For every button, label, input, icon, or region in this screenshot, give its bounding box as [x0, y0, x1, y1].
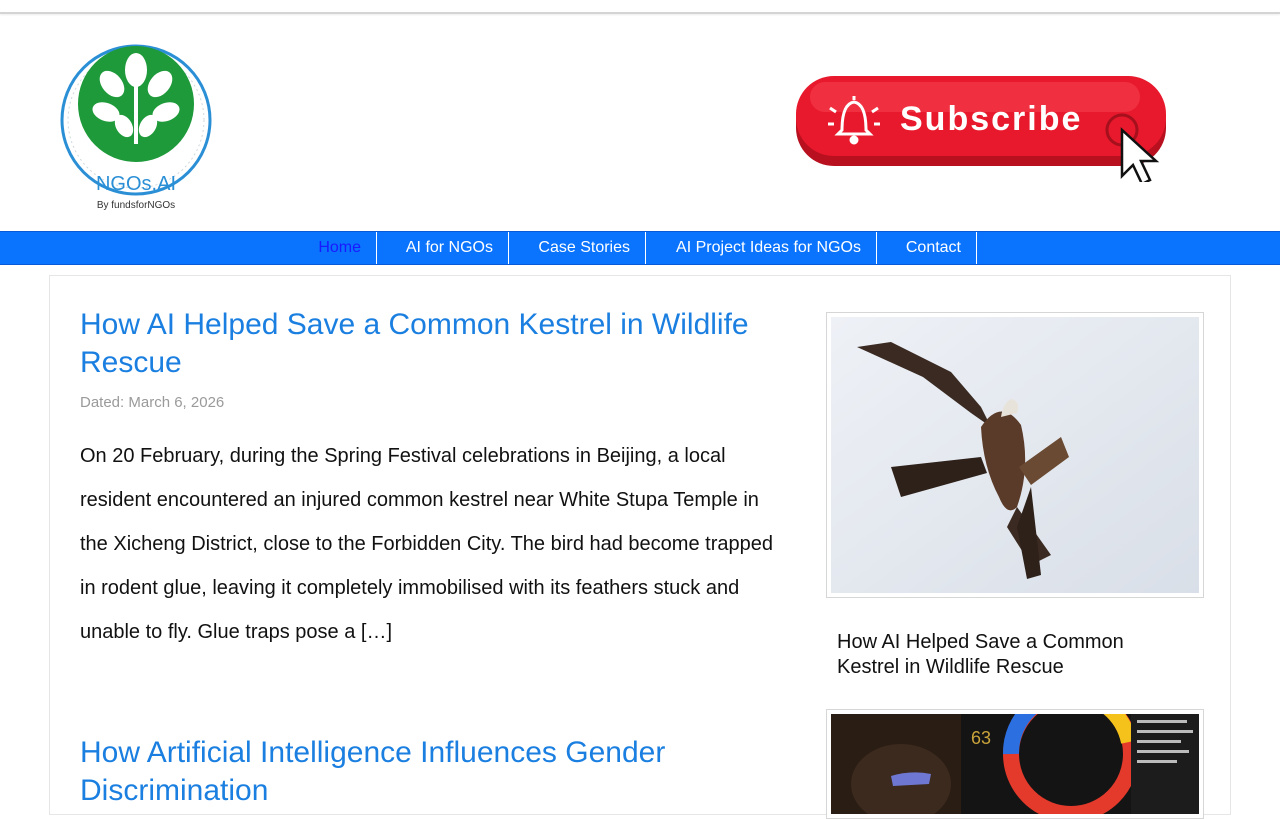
sidebar-card-image[interactable] — [826, 312, 1204, 598]
subscribe-label: Subscribe — [900, 100, 1082, 138]
subscribe-banner-button[interactable]: Subscribe — [790, 72, 1180, 186]
post-title[interactable]: How Artificial Intelligence Influences G… — [80, 734, 780, 810]
poster-digits: 63 — [971, 728, 991, 748]
sidebar-card-image[interactable]: 63 — [826, 686, 1204, 819]
nav-item-ai-project-ideas[interactable]: AI Project Ideas for NGOs — [646, 232, 877, 264]
nav-item-home[interactable]: Home — [300, 232, 377, 264]
post-date: Dated: March 6, 2026 — [80, 394, 225, 411]
post-excerpt: On 20 February, during the Spring Festiv… — [80, 445, 773, 643]
browser-top-strip — [0, 0, 1280, 14]
nav-item-ai-for-ngos[interactable]: AI for NGOs — [377, 232, 509, 264]
logo-caption: By fundsforNGOs — [96, 200, 176, 211]
main-navigation: Home AI for NGOs Case Stories AI Project… — [0, 231, 1280, 265]
post-title[interactable]: How AI Helped Save a Common Kestrel in W… — [80, 306, 780, 382]
sidebar-card-title[interactable]: How AI Helped Save a Common Kestrel in W… — [837, 630, 1177, 680]
ai-poster-photo: 63 — [831, 686, 1199, 819]
kestrel-photo — [831, 317, 1199, 593]
logo-wordmark: NGOs.AI — [96, 173, 176, 195]
site-logo[interactable]: NGOs.AI — [48, 40, 224, 216]
logo-emblem-icon: NGOs.AI — [60, 44, 212, 196]
site-header: NGOs.AI By fundsforNGOs Subscribe — [0, 16, 1280, 231]
nav-item-contact[interactable]: Contact — [877, 232, 977, 264]
nav-item-case-stories[interactable]: Case Stories — [509, 232, 646, 264]
